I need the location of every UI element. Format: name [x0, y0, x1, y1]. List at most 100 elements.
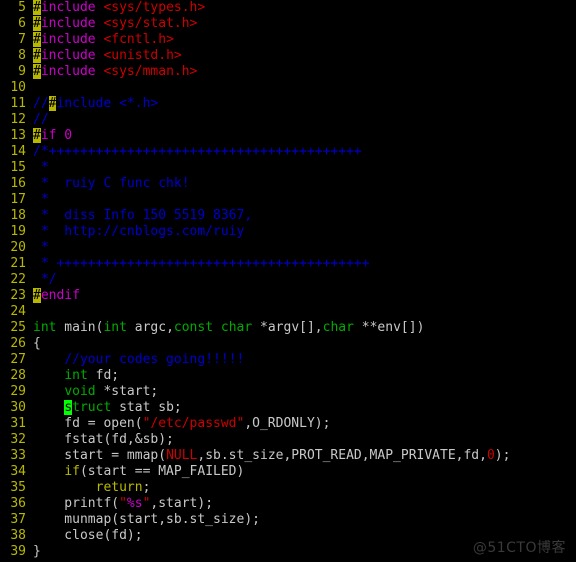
code-token: include [40, 16, 96, 31]
line-number: 34 [10, 464, 26, 479]
code-line-source: fstat(fd,&sb); [33, 432, 174, 447]
code-line[interactable]: 9 #include <sys/mman.h> [0, 64, 576, 80]
code-token: close(fd); [33, 528, 143, 543]
code-token: include [40, 32, 96, 47]
code-line-list[interactable]: 5 #include <sys/types.h> 6 #include <sys/st… [0, 0, 576, 560]
line-number: 15 [10, 160, 26, 175]
code-line[interactable]: 10 [0, 80, 576, 96]
code-line-source: #include <sys/types.h> [33, 0, 205, 15]
code-token: truct [72, 400, 112, 415]
code-line[interactable]: 32 fstat(fd,&sb); [0, 432, 576, 448]
code-line[interactable]: 15 * [0, 160, 576, 176]
code-token: **env[]) [353, 320, 425, 335]
code-line[interactable]: 21 * +++++++++++++++++++++++++++++++++++… [0, 256, 576, 272]
code-token: " [119, 496, 127, 511]
code-line[interactable]: 11 //#include <*.h> [0, 96, 576, 112]
code-line[interactable]: 7 #include <fcntl.h> [0, 32, 576, 48]
code-line-source: * diss Info 150 5519 8367, [33, 208, 252, 223]
code-line-source: /*++++++++++++++++++++++++++++++++++++++… [33, 144, 362, 159]
code-line-source: } [33, 544, 41, 559]
line-number: 36 [10, 496, 26, 511]
code-line[interactable]: 27 //your codes going!!!!! [0, 352, 576, 368]
code-token: */ [33, 272, 57, 287]
code-line[interactable]: 23 #endif [0, 288, 576, 304]
line-number: 14 [10, 144, 26, 159]
code-line[interactable]: 17 * [0, 192, 576, 208]
code-token: <sys/stat.h> [103, 16, 198, 31]
code-token: (start == MAP_FAILED) [79, 464, 245, 479]
code-line[interactable]: 26 { [0, 336, 576, 352]
line-number: 26 [10, 336, 26, 351]
code-line-source: * ruiy C func chk! [33, 176, 190, 191]
code-line[interactable]: 20 * [0, 240, 576, 256]
code-line[interactable]: 12 // [0, 112, 576, 128]
code-line[interactable]: 16 * ruiy C func chk! [0, 176, 576, 192]
code-line-source: start = mmap(NULL,sb.st_size,PROT_READ,M… [33, 448, 510, 463]
code-line-source: //your codes going!!!!! [33, 352, 244, 367]
code-token: char [220, 320, 253, 335]
code-line[interactable]: 31 fd = open("/etc/passwd",O_RDONLY); [0, 416, 576, 432]
code-line-source: * [33, 160, 49, 175]
code-line[interactable]: 35 return; [0, 480, 576, 496]
code-token: } [33, 544, 41, 559]
code-token: // [33, 112, 49, 127]
code-line[interactable]: 14 /*++++++++++++++++++++++++++++++++++++… [0, 144, 576, 160]
code-line[interactable]: 29 void *start; [0, 384, 576, 400]
line-number: 37 [10, 512, 26, 527]
code-line[interactable]: 25 int main(int argc,const char *argv[],c… [0, 320, 576, 336]
line-number: 23 [10, 288, 26, 303]
code-line-source: #endif [33, 288, 80, 303]
code-line[interactable]: 36 printf("%s",start); [0, 496, 576, 512]
line-number: 13 [10, 128, 26, 143]
line-number: 11 [10, 96, 26, 111]
code-line[interactable]: 5 #include <sys/types.h> [0, 0, 576, 16]
line-number: 9 [18, 64, 26, 79]
code-line[interactable]: 30 struct stat sb; [0, 400, 576, 416]
code-line[interactable]: 18 * diss Info 150 5519 8367, [0, 208, 576, 224]
code-token: * [33, 160, 49, 175]
code-line-source: #if 0 [33, 128, 72, 143]
line-number: 19 [10, 224, 26, 239]
code-line[interactable]: 34 if(start == MAP_FAILED) [0, 464, 576, 480]
preprocessor-hash-highlight: # [33, 16, 41, 31]
line-number: 30 [10, 400, 26, 415]
code-token: *argv[], [252, 320, 323, 335]
code-token: //your codes going!!!!! [64, 352, 245, 367]
code-token: // [33, 96, 49, 111]
code-editor-pane[interactable]: 5 #include <sys/types.h> 6 #include <sys/st… [0, 0, 576, 562]
code-line[interactable]: 33 start = mmap(NULL,sb.st_size,PROT_REA… [0, 448, 576, 464]
code-line-source: munmap(start,sb.st_size); [33, 512, 260, 527]
line-number: 7 [18, 32, 26, 47]
code-line-source: int main(int argc,const char *argv[],cha… [33, 320, 424, 335]
line-number: 5 [18, 0, 26, 15]
code-line-source: * [33, 240, 49, 255]
code-line[interactable]: 8 #include <unistd.h> [0, 48, 576, 64]
line-number: 29 [10, 384, 26, 399]
code-token: <unistd.h> [103, 48, 182, 63]
code-line[interactable]: 24 [0, 304, 576, 320]
line-number: 6 [18, 16, 26, 31]
code-line-source: { [33, 336, 41, 351]
line-number: 17 [10, 192, 26, 207]
code-token: * ruiy C func chk! [33, 176, 190, 191]
line-number: 32 [10, 432, 26, 447]
code-line[interactable]: 19 * http://cnblogs.com/ruiy [0, 224, 576, 240]
code-line[interactable]: 37 munmap(start,sb.st_size); [0, 512, 576, 528]
line-number: 20 [10, 240, 26, 255]
code-token: <sys/mman.h> [103, 64, 198, 79]
code-token: { [33, 336, 41, 351]
code-line[interactable]: 13 #if 0 [0, 128, 576, 144]
line-number: 39 [10, 544, 26, 559]
code-token: include [40, 48, 96, 63]
code-token: if [64, 464, 80, 479]
code-line[interactable]: 6 #include <sys/stat.h> [0, 16, 576, 32]
preprocessor-hash-highlight: # [33, 128, 41, 143]
code-line[interactable]: 22 */ [0, 272, 576, 288]
code-token: %s [126, 496, 143, 511]
code-token: start = mmap( [33, 448, 167, 463]
code-line[interactable]: 28 int fd; [0, 368, 576, 384]
